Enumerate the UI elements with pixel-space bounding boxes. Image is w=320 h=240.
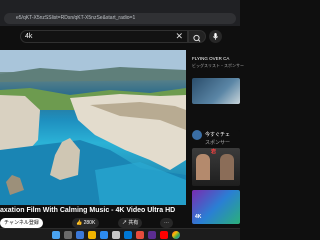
sponsored-card[interactable]: FLYING OVER CA ビッグスリスト・スポンサー	[190, 50, 244, 120]
ad-title: FLYING OVER CA	[192, 56, 230, 61]
like-button[interactable]: 👍 280K	[72, 218, 100, 228]
app-icon[interactable]	[112, 231, 120, 239]
ad-thumbnail[interactable]	[192, 78, 240, 104]
app-icon[interactable]	[148, 231, 156, 239]
share-button[interactable]: ↗ 共有	[118, 218, 143, 228]
task-view-icon[interactable]	[76, 231, 84, 239]
thumbnail-caption: 4K	[195, 214, 202, 220]
thumbs-up-icon: 👍	[76, 220, 83, 226]
person-figure	[196, 154, 210, 180]
youtube-app-icon[interactable]	[160, 231, 168, 239]
more-actions-button[interactable]: ⋯	[160, 218, 173, 228]
video-title: axation Film With Calming Music - 4K Vid…	[0, 207, 176, 214]
search-button[interactable]	[188, 30, 206, 43]
video-actions: チャンネル登録 👍 280K ↗ 共有 ⋯	[0, 218, 186, 228]
browser-tab-strip	[0, 0, 240, 10]
thumbnail-caption: 岩	[211, 149, 217, 155]
related-video-sub: スポンサー	[205, 140, 231, 146]
related-video-thumbnail[interactable]: 4K	[192, 190, 240, 224]
ad-subtitle: ビッグスリスト・スポンサー	[192, 63, 244, 68]
chrome-icon[interactable]	[172, 231, 180, 239]
share-label: 共有	[128, 220, 139, 226]
clear-search-icon[interactable]: ✕	[175, 31, 183, 42]
more-icon: ⋯	[164, 220, 169, 226]
search-taskbar-icon[interactable]	[64, 231, 72, 239]
related-video-title: 今すぐチェ	[205, 132, 231, 138]
channel-avatar	[192, 130, 202, 140]
youtube-header: 4k ✕	[0, 27, 240, 45]
start-icon[interactable]	[52, 231, 60, 239]
video-frame	[0, 50, 186, 205]
person-figure	[220, 154, 234, 180]
like-count: 280K	[83, 220, 96, 226]
search-input[interactable]: 4k ✕	[20, 30, 188, 43]
app-icon[interactable]	[136, 231, 144, 239]
file-explorer-icon[interactable]	[88, 231, 96, 239]
search-value: 4k	[25, 33, 33, 40]
video-player[interactable]	[0, 50, 186, 205]
subscribe-button[interactable]: チャンネル登録	[0, 218, 43, 228]
mail-icon[interactable]	[124, 231, 132, 239]
share-icon: ↗	[122, 220, 128, 226]
url-field[interactable]: e5/qKT-X5nzSSlist=RDsn/qKT-X5nzSe&start_…	[4, 12, 236, 24]
voice-search-button[interactable]	[209, 30, 222, 43]
taskbar	[0, 228, 240, 240]
browser-address-bar: e5/qKT-X5nzSSlist=RDsn/qKT-X5nzSe&start_…	[0, 10, 240, 26]
microphone-icon	[212, 33, 219, 40]
edge-icon[interactable]	[100, 231, 108, 239]
search-icon	[193, 34, 201, 42]
related-video-thumbnail[interactable]: 岩	[192, 148, 240, 186]
